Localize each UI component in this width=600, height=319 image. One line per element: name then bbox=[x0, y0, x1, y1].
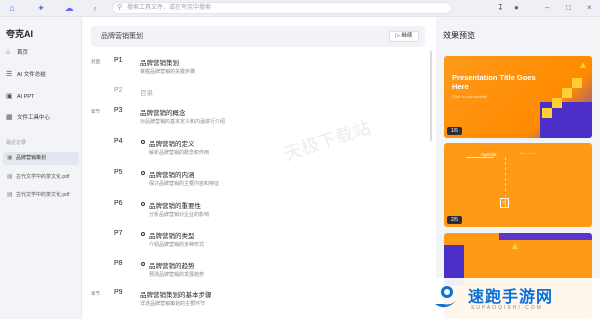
search-icon: ⚲ bbox=[117, 4, 123, 11]
slide-page-badge: 1/5 bbox=[447, 127, 462, 135]
close-icon[interactable]: × bbox=[587, 3, 592, 13]
outline-panel: 品牌营销策划 ▷ 继续 天极下载站 封面 P1 品牌营销策划 掌握品牌营销的关键… bbox=[82, 17, 436, 319]
ai-sparkle-icon[interactable]: ✦ bbox=[35, 2, 47, 14]
app-logo: 夸克AI bbox=[6, 29, 34, 39]
avatar[interactable]: ● bbox=[514, 3, 519, 13]
search-placeholder: 搜索工具文件、或在夸克中搜索 bbox=[127, 5, 212, 11]
sidebar: 夸克AI ⌂ 首页 ☰ AI 文件总结 ▣ AI PPT ▦ 文件工具中心 最近… bbox=[0, 17, 82, 319]
bullet-icon bbox=[141, 202, 145, 206]
slide-title: Agenda bbox=[481, 152, 497, 157]
sidebar-item-home[interactable]: ⌂ 首页 bbox=[6, 47, 78, 59]
maximize-icon[interactable]: □ bbox=[566, 3, 571, 13]
home-icon[interactable]: ⌂ bbox=[6, 2, 18, 14]
recent-history-label: 最近记录 bbox=[6, 140, 27, 146]
brand-logo-icon bbox=[435, 286, 457, 308]
bullet-icon bbox=[141, 171, 145, 175]
ppt-icon: ▣ bbox=[6, 93, 13, 100]
minimize-icon[interactable]: – bbox=[545, 3, 549, 13]
brand-name: 速跑手游网 bbox=[468, 289, 554, 306]
back-icon[interactable]: ‹ bbox=[89, 2, 101, 14]
site-watermark-logo: 速跑手游网 SUPAOQISHI.COM bbox=[431, 278, 600, 319]
top-bar: ⌂ ✦ ☁ ‹ ⚲ 搜索工具文件、或在夸克中搜索 ↧ ● – □ × bbox=[0, 0, 600, 17]
document-summary-icon: ☰ bbox=[6, 71, 13, 78]
sidebar-item-ai-ppt[interactable]: ▣ AI PPT bbox=[6, 91, 78, 103]
slide-thumbnail[interactable]: Agenda • — — — ≡ 2/5 bbox=[444, 143, 592, 227]
history-item[interactable]: ▤ 古代文学中的茶文化.pdf bbox=[3, 189, 79, 202]
scrollbar[interactable] bbox=[430, 51, 432, 141]
slide-title: Presentation Title Goes Here bbox=[452, 73, 536, 91]
sidebar-item-file-tools[interactable]: ▦ 文件工具中心 bbox=[6, 112, 78, 124]
watermark: 天极下载站 bbox=[281, 117, 374, 165]
history-item[interactable]: ▤ 古代文学中的茶文化.pdf bbox=[3, 171, 79, 184]
history-item[interactable]: ▣ 品牌营销策划 bbox=[3, 152, 79, 165]
toolbox-icon: ▦ bbox=[6, 114, 13, 121]
pdf-file-icon: ▤ bbox=[7, 192, 13, 198]
slide-subtitle: Click to add subtitle bbox=[452, 94, 487, 99]
continue-button[interactable]: ▷ 继续 bbox=[389, 31, 419, 42]
page-title: 品牌营销策划 bbox=[101, 33, 143, 40]
download-icon[interactable]: ↧ bbox=[497, 3, 504, 13]
slide-thumbnail[interactable]: Presentation Title Goes Here Click to ad… bbox=[444, 56, 592, 138]
slide-page-badge: 2/5 bbox=[447, 216, 462, 224]
bullet-icon bbox=[141, 140, 145, 144]
preview-panel: 效果预览 Presentation Title Goes Here Click … bbox=[436, 17, 600, 319]
search-input[interactable]: ⚲ 搜索工具文件、或在夸克中搜索 bbox=[112, 2, 452, 14]
pdf-file-icon: ▤ bbox=[7, 174, 13, 180]
brand-url: SUPAOQISHI.COM bbox=[471, 305, 543, 311]
bullet-icon bbox=[141, 262, 145, 266]
preview-title: 效果预览 bbox=[443, 31, 475, 40]
bullet-icon bbox=[141, 232, 145, 236]
home-icon: ⌂ bbox=[6, 49, 11, 56]
sidebar-item-ai-summary[interactable]: ☰ AI 文件总结 bbox=[6, 69, 78, 81]
ppt-file-icon: ▣ bbox=[7, 155, 13, 161]
document-title-bar: 品牌营销策划 ▷ 继续 bbox=[91, 26, 425, 47]
document-icon: ≡ bbox=[500, 198, 509, 208]
cloud-icon[interactable]: ☁ bbox=[63, 2, 75, 14]
